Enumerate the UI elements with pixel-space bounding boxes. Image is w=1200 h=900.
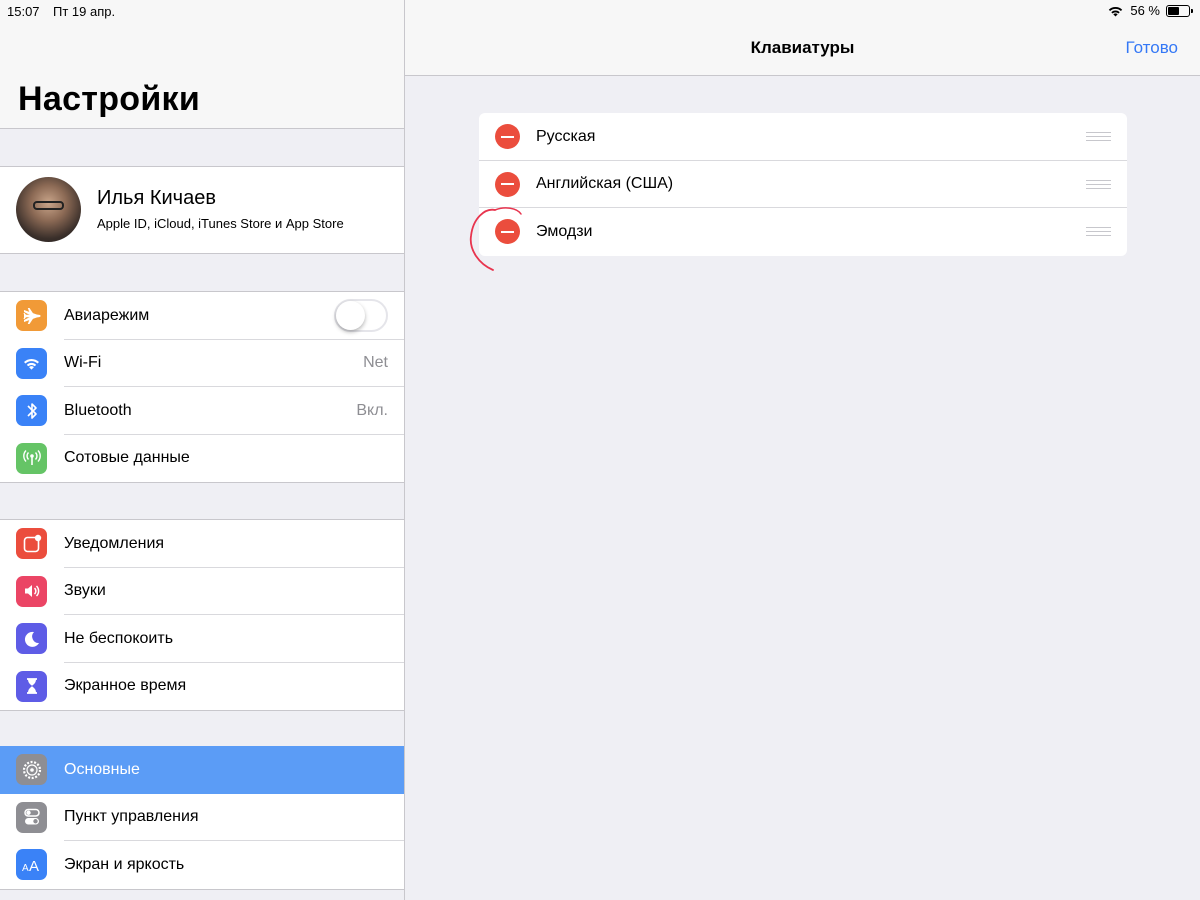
profile-subtitle: Apple ID, iCloud, iTunes Store и App Sto… (97, 216, 344, 231)
sidebar-item-bluetooth[interactable]: Bluetooth Вкл. (0, 387, 404, 435)
done-button[interactable]: Готово (1126, 38, 1179, 58)
sidebar-item-label: Экран и яркость (64, 855, 185, 873)
keyboard-list: Русская Английская (США) Эмодзи (479, 113, 1127, 256)
sidebar-item-label: Сотовые данные (64, 449, 190, 467)
sidebar-item-label: Не беспокоить (64, 629, 174, 647)
battery-percent: 56 % (1130, 3, 1160, 18)
keyboard-row: Русская (479, 113, 1127, 161)
nav-title: Клавиатуры (750, 38, 855, 57)
sidebar-item-label: Авиарежим (64, 306, 150, 324)
svg-text:A: A (22, 863, 29, 873)
status-right: 56 % (1107, 3, 1193, 18)
settings-sidebar[interactable]: Настройки Илья Кичаев Apple ID, iCloud, … (0, 0, 405, 900)
sidebar-item-general[interactable]: Основные (0, 746, 404, 794)
svg-text:A: A (29, 858, 39, 873)
sidebar-item-display-brightness[interactable]: AA Экран и яркость (0, 841, 404, 889)
settings-group-general: Основные Пункт управления AA Экран и ярк… (0, 746, 404, 890)
airplane-mode-toggle[interactable] (334, 299, 388, 333)
wifi-network-value: Net (363, 354, 388, 372)
sidebar-item-do-not-disturb[interactable]: Не беспокоить (0, 615, 404, 663)
sidebar-item-notifications[interactable]: Уведомления (0, 520, 404, 568)
keyboard-label: Английская (США) (536, 175, 674, 193)
gear-icon (16, 754, 47, 786)
profile-name: Илья Кичаев (97, 187, 216, 209)
bluetooth-status-value: Вкл. (356, 401, 388, 419)
switches-icon (16, 801, 47, 833)
sidebar-item-label: Звуки (64, 582, 106, 600)
keyboard-row: Эмодзи (479, 208, 1127, 256)
delete-minus-icon[interactable] (495, 219, 520, 245)
sidebar-item-label: Пункт управления (64, 808, 199, 826)
moon-icon (16, 623, 47, 655)
keyboard-label: Эмодзи (536, 222, 593, 240)
sidebar-item-cellular[interactable]: Сотовые данные (0, 435, 404, 483)
settings-group-notifications: Уведомления Звуки Не беспокоить Экранное… (0, 519, 404, 711)
wifi-icon (16, 347, 47, 379)
sidebar-item-control-center[interactable]: Пункт управления (0, 794, 404, 841)
settings-group-connectivity: Авиарежим Wi-Fi Net Bluetooth Вкл. Сотов… (0, 291, 404, 483)
keyboard-row: Английская (США) (479, 161, 1127, 208)
status-time: 15:07 (7, 4, 40, 19)
reorder-handle-icon[interactable] (1086, 179, 1111, 189)
cellular-icon (16, 442, 47, 474)
hourglass-icon (16, 670, 47, 702)
sidebar-item-screen-time[interactable]: Экранное время (0, 663, 404, 711)
sidebar-item-label: Bluetooth (64, 401, 132, 419)
page-title: Настройки (18, 80, 201, 118)
keyboard-label: Русская (536, 127, 596, 145)
sidebar-item-label: Основные (64, 760, 140, 778)
bluetooth-icon (16, 395, 47, 427)
wifi-status-icon (1109, 6, 1123, 16)
avatar (16, 177, 81, 242)
keyboards-detail: Клавиатуры Готово Русская Английская (СШ… (405, 0, 1200, 900)
sidebar-item-sounds[interactable]: Звуки (0, 568, 404, 615)
sidebar-item-wifi[interactable]: Wi-Fi Net (0, 340, 404, 387)
reorder-handle-icon[interactable] (1086, 227, 1111, 237)
profile-row[interactable]: Илья Кичаев Apple ID, iCloud, iTunes Sto… (0, 166, 404, 254)
sidebar-item-label: Экранное время (64, 677, 187, 695)
sidebar-item-airplane-mode[interactable]: Авиарежим (0, 292, 404, 340)
text-size-icon: AA (16, 849, 47, 881)
sidebar-item-label: Уведомления (64, 534, 165, 552)
status-date: Пт 19 апр. (53, 4, 116, 19)
notifications-icon (16, 528, 47, 560)
delete-minus-icon[interactable] (495, 124, 520, 150)
battery-icon (1166, 4, 1193, 17)
speaker-icon (16, 575, 47, 607)
delete-minus-icon[interactable] (495, 171, 520, 197)
airplane-icon (16, 300, 47, 332)
status-bar: 15:07 Пт 19 апр. 56 % (0, 0, 1200, 22)
sidebar-item-label: Wi-Fi (64, 354, 102, 372)
reorder-handle-icon[interactable] (1086, 132, 1111, 142)
